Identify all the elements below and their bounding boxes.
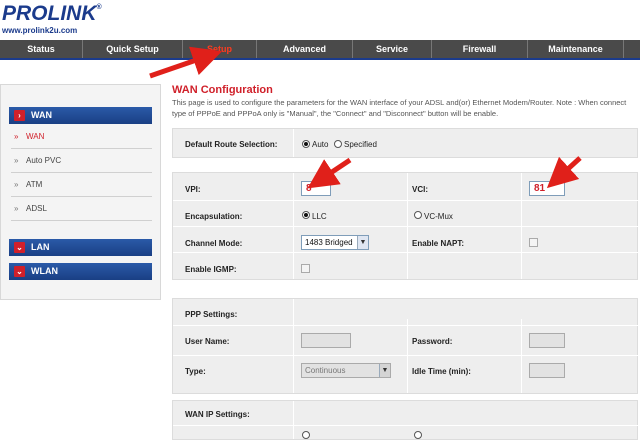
chevron-down-icon: ▼ <box>379 364 390 377</box>
tab-quick-setup[interactable]: Quick Setup <box>83 40 183 58</box>
tab-advanced[interactable]: Advanced <box>257 40 353 58</box>
password-input[interactable] <box>529 333 565 348</box>
bullet-icon: » <box>14 156 19 165</box>
expand-icon: › <box>14 110 25 121</box>
user-name-label: User Name: <box>185 337 230 346</box>
page-description: This page is used to configure the param… <box>172 98 627 118</box>
wan-ip-radio-1[interactable] <box>302 431 310 439</box>
user-name-input[interactable] <box>301 333 351 348</box>
route-label: Default Route Selection: <box>185 140 278 149</box>
encapsulation-label: Encapsulation: <box>185 212 243 221</box>
tab-firewall[interactable]: Firewall <box>432 40 528 58</box>
bullet-icon: » <box>14 180 19 189</box>
enable-napt-checkbox[interactable] <box>529 238 538 247</box>
enable-napt-label: Enable NAPT: <box>412 239 465 248</box>
vpi-input[interactable]: 8 <box>301 181 331 196</box>
chevron-down-icon: ⌄ <box>14 242 25 253</box>
vci-input[interactable]: 81 <box>529 181 565 196</box>
channel-mode-select[interactable]: 1483 Bridged ▼ <box>301 235 369 250</box>
tab-maintenance[interactable]: Maintenance <box>528 40 624 58</box>
encap-llc-label: LLC <box>312 212 327 221</box>
atm-panel: VPI: 8 VCI: 81 Encapsulation: LLC VC-Mux… <box>172 172 639 280</box>
bullet-icon: » <box>14 132 19 141</box>
idle-time-input[interactable] <box>529 363 565 378</box>
ppp-section-label: PPP Settings: <box>185 310 238 319</box>
bullet-icon: » <box>14 204 19 213</box>
top-nav: Status Quick Setup Setup Advanced Servic… <box>0 40 640 60</box>
header: PROLINK® www.prolink2u.com <box>0 0 640 40</box>
chevron-down-icon: ▼ <box>357 236 368 249</box>
wan-ip-radio-2[interactable] <box>414 431 422 439</box>
route-auto-radio[interactable] <box>302 140 310 148</box>
sidebar-header-wan[interactable]: › WAN <box>9 107 152 124</box>
chevron-down-icon: ⌄ <box>14 266 25 277</box>
enable-igmp-label: Enable IGMP: <box>185 265 237 274</box>
wan-ip-panel: WAN IP Settings: <box>172 400 639 440</box>
channel-mode-label: Channel Mode: <box>185 239 243 248</box>
ppp-panel: PPP Settings: User Name: Password: Type:… <box>172 298 639 394</box>
nav-filler <box>624 40 640 58</box>
sidebar: › WAN » WAN » Auto PVC » ATM » ADSL ⌄ LAN ⌄ WLA… <box>0 84 161 300</box>
route-specified-radio[interactable] <box>334 140 342 148</box>
idle-time-label: Idle Time (min): <box>412 367 471 376</box>
tab-service[interactable]: Service <box>353 40 432 58</box>
type-label: Type: <box>185 367 206 376</box>
tab-setup[interactable]: Setup <box>183 40 257 58</box>
type-select[interactable]: Continuous ▼ <box>301 363 391 378</box>
encap-vcmux-label: VC-Mux <box>424 212 453 221</box>
encap-vcmux-radio[interactable] <box>414 211 422 219</box>
sidebar-item-adsl[interactable]: » ADSL <box>11 197 152 221</box>
route-specified-label: Specified <box>344 140 377 149</box>
brand-url: www.prolink2u.com <box>2 26 78 35</box>
sidebar-header-wlan[interactable]: ⌄ WLAN <box>9 263 152 280</box>
tab-status[interactable]: Status <box>0 40 83 58</box>
vpi-label: VPI: <box>185 185 201 194</box>
page-title: WAN Configuration <box>172 84 273 96</box>
sidebar-item-auto-pvc[interactable]: » Auto PVC <box>11 149 152 173</box>
prolink-logo: PROLINK® <box>2 2 102 25</box>
vci-label: VCI: <box>412 185 428 194</box>
sidebar-item-wan[interactable]: » WAN <box>11 125 152 149</box>
wan-ip-section-label: WAN IP Settings: <box>185 410 250 419</box>
sidebar-item-atm[interactable]: » ATM <box>11 173 152 197</box>
sidebar-header-lan[interactable]: ⌄ LAN <box>9 239 152 256</box>
encap-llc-radio[interactable] <box>302 211 310 219</box>
enable-igmp-checkbox[interactable] <box>301 264 310 273</box>
route-panel: Default Route Selection: Auto Specified <box>172 128 638 158</box>
password-label: Password: <box>412 337 453 346</box>
route-auto-label: Auto <box>312 140 329 149</box>
